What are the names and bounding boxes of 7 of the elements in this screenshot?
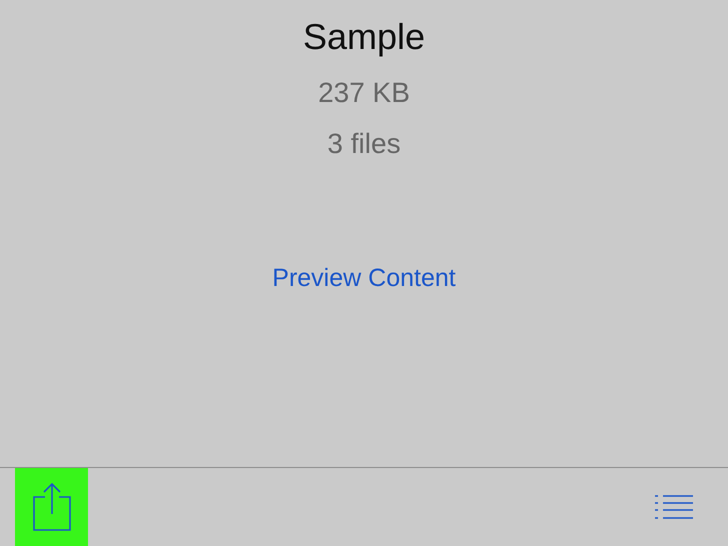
preview-link[interactable]: Preview Content — [272, 261, 456, 295]
file-size: 237 KB — [318, 76, 410, 110]
share-button[interactable] — [15, 468, 88, 546]
share-icon — [30, 481, 72, 533]
file-name: Sample — [302, 15, 426, 59]
list-icon[interactable] — [654, 494, 694, 520]
file-count: 3 files — [327, 127, 401, 161]
